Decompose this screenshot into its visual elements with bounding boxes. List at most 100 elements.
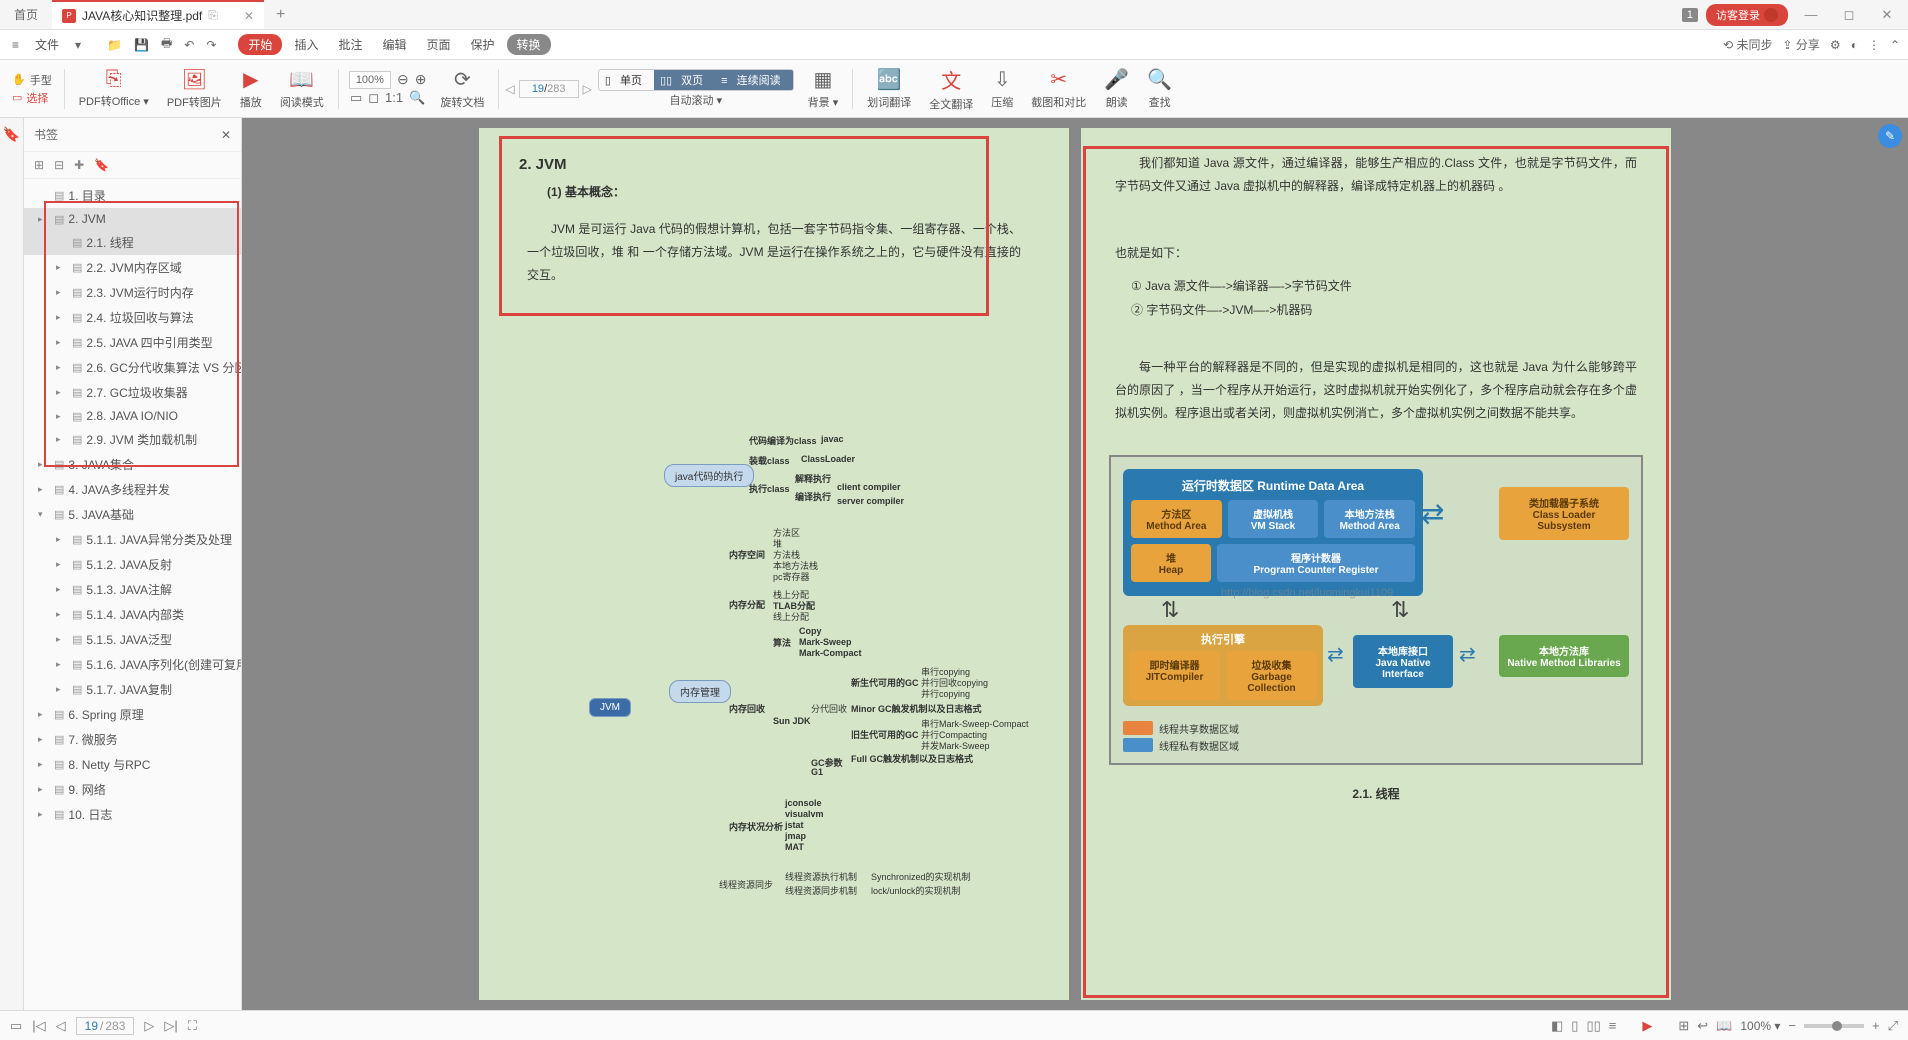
bookmark-item[interactable]: ▸▤2.4. 垃圾回收与算法 [24,305,241,330]
sb-icon-4[interactable]: ≡ [1609,1018,1617,1033]
find[interactable]: 🔍查找 [1139,67,1180,110]
zoom-in-icon[interactable]: ⊕ [415,71,427,89]
double-page[interactable]: ▯▯ 双页 [654,70,715,90]
bookmark-item[interactable]: ▸▤5.1.1. JAVA异常分类及处理 [24,527,241,552]
bookmark-item[interactable]: ▸▤8. Netty 与RPC [24,752,241,777]
bookmark-item[interactable]: ▸▤5.1.6. JAVA序列化(创建可复用的Java对象) [24,652,241,677]
notification-badge[interactable]: 1 [1682,8,1698,22]
sb-zoom-in-icon[interactable]: + [1872,1018,1880,1033]
menu-file[interactable]: 文件 [27,36,67,53]
sb-last-icon[interactable]: ▷| [164,1018,177,1034]
bookmark-item[interactable]: ▸▤5.1.3. JAVA注解 [24,577,241,602]
menu-start[interactable]: 开始 [238,34,282,55]
screenshot-compare[interactable]: ✂截图和对比 [1023,67,1094,110]
auto-scroll[interactable]: 自动滚动 ▾ [669,92,722,108]
single-page[interactable]: ▯ 单页 [599,70,654,90]
zoom-area-icon[interactable]: 🔍 [409,90,425,106]
sb-wrap-icon[interactable]: ↩ [1697,1018,1708,1034]
fit-width-icon[interactable]: ▭ [350,90,362,106]
undo-icon[interactable]: ↶ [180,38,198,52]
pdf-to-image[interactable]: 🖼PDF转图片 [159,67,230,110]
hand-tool[interactable]: ✋ 手型 [12,72,52,88]
fit-page-icon[interactable]: ◻ [368,90,379,106]
sync-status[interactable]: ⟲ 未同步 [1723,36,1772,53]
document-viewport[interactable]: ✎ 2. JVM (1) 基本概念： JVM 是可运行 Java 代码的假想计算… [242,118,1908,1010]
bookmark-item[interactable]: ▸▤2.7. GC垃圾收集器 [24,380,241,405]
settings-icon[interactable]: ⚙ [1830,38,1841,52]
menu-insert[interactable]: 插入 [286,36,326,53]
bookmark-item[interactable]: ▸▤2.9. JVM 类加载机制 [24,427,241,452]
bookmark-item[interactable]: ▸▤5.1.7. JAVA复制 [24,677,241,702]
sb-icon-3[interactable]: ▯▯ [1586,1018,1600,1034]
bookmark-item[interactable]: ▸▤2.5. JAVA 四中引用类型 [24,330,241,355]
page-input[interactable]: 19/283 [519,80,579,98]
share-button[interactable]: ⇪ 分享 [1783,36,1820,53]
open-icon[interactable]: 📁 [103,38,126,52]
close-sidebar-icon[interactable]: ✕ [221,128,231,142]
bookmark-item[interactable]: ▾▤5. JAVA基础 [24,502,241,527]
sb-grid-icon[interactable]: ⊞ [1678,1018,1689,1034]
compress[interactable]: ⇩压缩 [983,67,1021,110]
select-tool[interactable]: ▭ 选择 [12,90,52,106]
bookmark-item[interactable]: ▤1. 目录 [24,183,241,208]
sb-play-icon[interactable]: ▶ [1642,1018,1652,1034]
bookmark-item[interactable]: ▸▤2.8. JAVA IO/NIO [24,405,241,427]
background[interactable]: ▦背景 ▾ [800,67,847,110]
play-button[interactable]: ▶播放 [232,67,270,110]
maximize-icon[interactable]: ◻ [1834,7,1864,23]
add-bookmark-icon[interactable]: ✚ [74,158,84,172]
expand-all-icon[interactable]: ⊞ [34,158,44,172]
sb-book-icon[interactable]: 📖 [1716,1018,1732,1034]
bookmark-item[interactable]: ▸▤10. 日志 [24,802,241,827]
menu-edit[interactable]: 编辑 [374,36,414,53]
bookmark-item[interactable]: ▸▤2.6. GC分代收集算法 VS 分区收集算法 [24,355,241,380]
home-tab[interactable]: 首页 [0,0,52,29]
sb-next-icon[interactable]: ▷ [144,1018,154,1034]
bookmark-flag-icon[interactable]: 🔖 [94,158,109,172]
bookmark-item[interactable]: ▸▤2.3. JVM运行时内存 [24,280,241,305]
collapse-all-icon[interactable]: ⊟ [54,158,64,172]
word-translate[interactable]: 🔤划词翻译 [859,67,919,110]
bookmark-item[interactable]: ▤2.1. 线程 [24,230,241,255]
next-page-icon[interactable]: ▷ [583,82,592,96]
menu-convert[interactable]: 转换 [507,34,551,55]
read-aloud[interactable]: 🎤朗读 [1096,67,1137,110]
bookmark-item[interactable]: ▸▤6. Spring 原理 [24,702,241,727]
menu-annotate[interactable]: 批注 [330,36,370,53]
print-icon[interactable]: 🖶 [157,34,176,55]
actual-size-icon[interactable]: 1:1 [385,90,403,106]
menu-protect[interactable]: 保护 [463,36,503,53]
minimize-icon[interactable]: — [1796,7,1826,22]
menu-icon[interactable]: ≡ [8,38,23,52]
float-action-icon[interactable]: ✎ [1878,124,1902,148]
chevron-down-icon[interactable]: ▾ [71,38,85,52]
sb-panel-icon[interactable]: ▭ [10,1018,22,1034]
sb-first-icon[interactable]: |◁ [32,1018,45,1034]
sb-zoom[interactable]: 100% ▾ [1740,1019,1780,1033]
collapse-ribbon-icon[interactable]: ⌃ [1890,38,1900,52]
sb-page-input[interactable]: 19/283 [76,1017,135,1035]
bookmark-item[interactable]: ▸▤2. JVM [24,208,241,230]
new-tab-button[interactable]: + [264,6,297,24]
zoom-slider[interactable] [1804,1024,1864,1028]
bookmark-item[interactable]: ▸▤5.1.2. JAVA反射 [24,552,241,577]
skin-icon[interactable]: ◐ [1851,38,1858,52]
close-tab-icon[interactable]: ✕ [244,9,254,23]
bookmark-item[interactable]: ▸▤7. 微服务 [24,727,241,752]
zoom-out-icon[interactable]: ⊖ [397,71,409,89]
read-mode[interactable]: 📖阅读模式 [272,67,332,110]
sb-fullscreen-icon[interactable]: ⛶ [188,1018,197,1034]
sb-icon-2[interactable]: ▯ [1571,1018,1578,1034]
rotate-doc[interactable]: ⟳旋转文档 [432,67,492,110]
sb-icon-1[interactable]: ◧ [1551,1018,1563,1034]
sb-prev-icon[interactable]: ◁ [56,1018,66,1034]
bookmark-item[interactable]: ▸▤9. 网络 [24,777,241,802]
menu-page[interactable]: 页面 [418,36,458,53]
login-button[interactable]: 访客登录 [1706,4,1788,26]
view-mode-toggle[interactable]: ▯ 单页 ▯▯ 双页 ≡ 连续阅读 [598,69,794,91]
bookmark-rail-icon[interactable]: 🔖 [3,126,20,143]
full-translate[interactable]: 文全文翻译 [921,65,981,112]
save-icon[interactable]: 💾 [130,38,153,52]
bookmark-item[interactable]: ▸▤5.1.5. JAVA泛型 [24,627,241,652]
bookmark-item[interactable]: ▸▤4. JAVA多线程并发 [24,477,241,502]
